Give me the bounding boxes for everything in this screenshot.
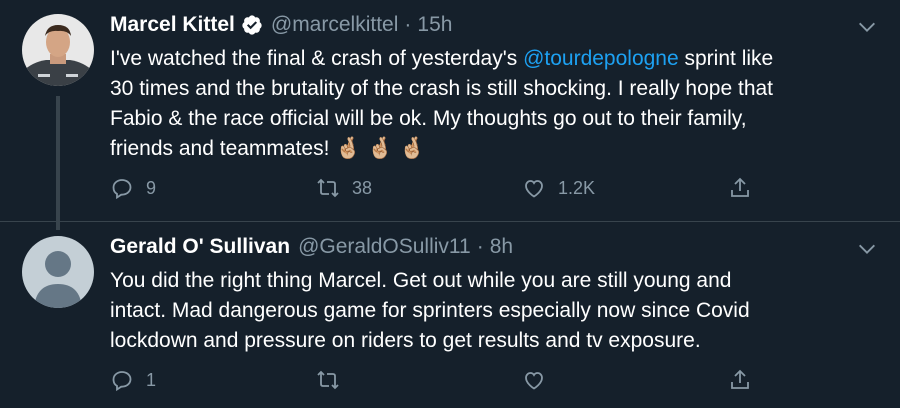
default-avatar-icon <box>22 236 94 308</box>
like-button[interactable] <box>522 368 558 392</box>
separator-dot: · <box>476 235 484 258</box>
tweet-text: You did the right thing Marcel. Get out … <box>110 266 880 356</box>
tweet-gerald[interactable]: Gerald O' Sullivan @GeraldOSulliv11 · 8h… <box>0 222 900 408</box>
reply-icon <box>112 179 132 200</box>
timestamp[interactable]: 15h <box>417 13 452 37</box>
reply-button[interactable]: 9 <box>110 176 156 200</box>
like-button[interactable]: 1.2K <box>522 176 595 200</box>
action-bar: 1 <box>110 368 760 398</box>
tweet-line: friends and teammates! 🤞🏼 🤞🏼 🤞🏼 <box>110 137 426 160</box>
thread-line <box>56 96 60 230</box>
reply-icon <box>112 371 132 392</box>
share-button[interactable] <box>728 176 752 200</box>
retweet-count: 38 <box>352 177 373 198</box>
tweet-line: lockdown and pressure on riders to get r… <box>110 329 701 352</box>
avatar-marcel[interactable] <box>22 14 94 86</box>
handle[interactable]: @marcelkittel <box>271 13 399 37</box>
verified-badge-icon <box>241 14 263 36</box>
tweet-line: Fabio & the race official will be ok. My… <box>110 107 747 130</box>
retweet-button[interactable] <box>316 368 352 392</box>
share-icon <box>731 369 749 389</box>
retweet-button[interactable]: 38 <box>316 176 372 200</box>
separator-dot: · <box>404 13 412 36</box>
tweet-marcel[interactable]: Marcel Kittel @marcelkittel · 15h I've w… <box>0 0 900 230</box>
tweet-line: intact. Mad dangerous game for sprinters… <box>110 299 750 322</box>
share-icon <box>731 177 749 197</box>
tweet-header: Marcel Kittel @marcelkittel · 15h <box>110 10 452 40</box>
chevron-down-icon[interactable] <box>856 16 878 38</box>
tweet-line: You did the right thing Marcel. Get out … <box>110 269 732 292</box>
action-bar: 9 38 1.2K <box>110 176 760 206</box>
like-icon <box>525 372 543 390</box>
display-name[interactable]: Gerald O' Sullivan <box>110 235 290 259</box>
profile-photo <box>22 14 94 86</box>
reply-count: 1 <box>146 369 157 390</box>
share-button[interactable] <box>728 368 752 392</box>
retweet-icon <box>317 178 339 198</box>
reply-count: 9 <box>146 177 157 198</box>
like-icon <box>525 180 543 198</box>
like-count: 1.2K <box>558 177 596 198</box>
tweet-line: 30 times and the brutality of the crash … <box>110 77 774 100</box>
avatar-gerald[interactable] <box>22 236 94 308</box>
reply-button[interactable]: 1 <box>110 368 156 392</box>
display-name[interactable]: Marcel Kittel <box>110 13 235 37</box>
handle[interactable]: @GeraldOSulliv11 <box>298 235 471 259</box>
mention-link[interactable]: @tourdepologne <box>523 47 679 70</box>
tweet-line: I've watched the final & crash of yester… <box>110 47 774 70</box>
timestamp[interactable]: 8h <box>490 235 513 259</box>
tweet-text: I've watched the final & crash of yester… <box>110 44 880 164</box>
retweet-icon <box>317 370 339 390</box>
chevron-down-icon[interactable] <box>856 238 878 260</box>
tweet-header: Gerald O' Sullivan @GeraldOSulliv11 · 8h <box>110 232 513 262</box>
